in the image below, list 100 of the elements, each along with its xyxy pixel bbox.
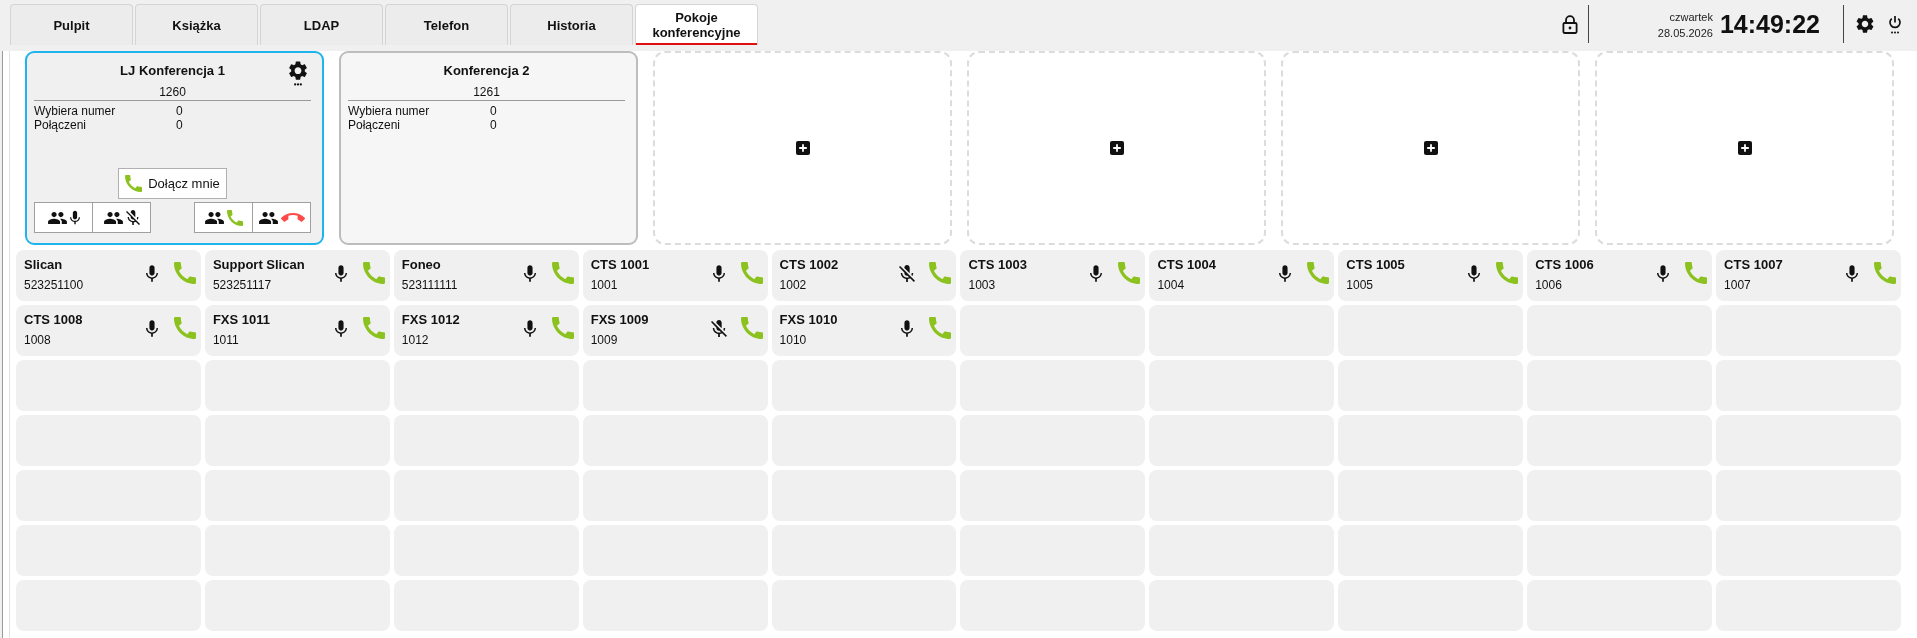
power-icon[interactable]: [1889, 14, 1901, 34]
mic-off-icon: [125, 210, 140, 225]
participant-name: CTS 1006: [1535, 257, 1594, 273]
microphone-icon[interactable]: [1468, 265, 1481, 282]
participant-number: 1001: [590, 277, 618, 293]
join-button[interactable]: Dołącz mnie: [118, 168, 227, 199]
participant-number: 1007: [1724, 277, 1751, 293]
phone-icon: [226, 209, 243, 226]
microphone-icon[interactable]: [1279, 265, 1292, 282]
conference-room-card[interactable]: LJ Konferencja 1 1260 Wybiera numer 0 Połączeni 0 Dołącz mnie: [25, 51, 324, 245]
tab[interactable]: Historia: [510, 4, 633, 45]
microphone-icon[interactable]: [712, 265, 725, 282]
date-label: 28.05.2026: [1657, 26, 1713, 41]
stat-value: 0: [490, 104, 497, 118]
participant-card[interactable]: FXS 1011 1011: [204, 305, 390, 356]
participant-card[interactable]: CTS 1008 1008: [16, 305, 201, 356]
participant-name: Slican: [24, 257, 63, 273]
room-title: LJ Konferencja 1: [120, 63, 225, 79]
people-icon: [103, 211, 123, 224]
stat-value: 0: [176, 118, 183, 132]
participant-name: CTS 1002: [779, 257, 839, 273]
participant-number: 1006: [1535, 277, 1562, 293]
tab[interactable]: Książka: [135, 4, 258, 45]
tab[interactable]: Pulpit: [10, 4, 133, 45]
microphone-icon[interactable]: [901, 320, 914, 337]
stat-value: 0: [176, 104, 183, 118]
participant-number: 1009: [590, 332, 618, 348]
settings-icon[interactable]: [1856, 15, 1874, 33]
phone-icon: [125, 175, 143, 192]
participant-card[interactable]: CTS 1007 1007: [1716, 250, 1901, 301]
participant-name: Support Slican: [212, 257, 305, 273]
room-number: 1260: [159, 85, 186, 99]
mic-off-icon[interactable]: [899, 265, 916, 282]
call-all-button[interactable]: [194, 202, 253, 233]
participant-name: CTS 1001: [590, 257, 650, 273]
stat-label: Wybiera numer: [34, 104, 116, 118]
participant-card[interactable]: CTS 1001 1001: [582, 250, 768, 301]
add-icon[interactable]: [795, 141, 810, 155]
participant-name: CTS 1007: [1724, 257, 1783, 273]
participant-name: CTS 1005: [1346, 257, 1405, 273]
participant-card[interactable]: CTS 1004 1004: [1149, 250, 1335, 301]
participant-number: 523111111: [401, 277, 458, 293]
hang-up-all-button[interactable]: [252, 202, 311, 233]
participant-name: FXS 1010: [779, 312, 838, 328]
microphone-icon[interactable]: [523, 265, 536, 282]
unmute-all-button[interactable]: [34, 202, 93, 233]
microphone-icon[interactable]: [1090, 265, 1103, 282]
microphone-icon[interactable]: [334, 265, 347, 282]
stat-label: Połączeni: [348, 118, 401, 132]
add-icon[interactable]: [1423, 141, 1438, 155]
add-icon[interactable]: [1109, 141, 1124, 155]
tab[interactable]: LDAP: [260, 4, 383, 45]
microphone-icon[interactable]: [334, 320, 347, 337]
microphone-icon[interactable]: [1846, 265, 1858, 282]
participant-card[interactable]: CTS 1005 1005: [1338, 250, 1524, 301]
participant-name: CTS 1003: [968, 257, 1028, 273]
participant-name: FXS 1009: [590, 312, 649, 328]
mute-all-button[interactable]: [92, 202, 151, 233]
participant-card[interactable]: CTS 1006 1006: [1527, 250, 1713, 301]
microphone-icon[interactable]: [145, 265, 158, 282]
tab[interactable]: Telefon: [385, 4, 508, 45]
room-number: 1261: [473, 85, 500, 99]
participant-number: 1008: [24, 332, 51, 348]
participant-card[interactable]: Slican 523251100: [16, 250, 201, 301]
mic-off-icon[interactable]: [710, 320, 727, 337]
participant-number: 1005: [1346, 277, 1373, 293]
microphone-icon[interactable]: [1657, 265, 1670, 282]
conference-room-card[interactable]: Konferencja 2 1261 Wybiera numer 0 Połączeni 0: [339, 51, 638, 245]
participant-card[interactable]: FXS 1009 1009: [582, 305, 768, 356]
participant-name: Foneo: [401, 257, 441, 273]
participant-name: CTS 1004: [1157, 257, 1216, 273]
stat-label: Wybiera numer: [348, 104, 430, 118]
settings-icon[interactable]: [289, 61, 307, 86]
participant-card[interactable]: FXS 1010 1010: [771, 305, 957, 356]
participant-number: 1003: [968, 277, 996, 293]
participant-card[interactable]: Support Slican 523251117: [204, 250, 390, 301]
stat-label: Połączeni: [34, 118, 87, 132]
microphone-icon[interactable]: [523, 320, 536, 337]
participant-card[interactable]: CTS 1003 1003: [960, 250, 1146, 301]
microphone-icon: [69, 210, 80, 225]
tab[interactable]: Pokoje konferencyjne: [635, 4, 758, 45]
participant-number: 1012: [401, 332, 429, 348]
participant-number: 1010: [779, 332, 807, 348]
room-title: Konferencja 2: [443, 63, 530, 79]
participant-card[interactable]: Foneo 523111111: [393, 250, 579, 301]
add-icon[interactable]: [1737, 141, 1752, 155]
stat-value: 0: [490, 118, 497, 132]
participant-card[interactable]: FXS 1012 1012: [393, 305, 579, 356]
participant-card[interactable]: CTS 1002 1002: [771, 250, 957, 301]
participant-number: 1002: [779, 277, 807, 293]
weekday-label: czwartek: [1669, 10, 1713, 25]
people-icon: [258, 211, 278, 224]
participant-name: CTS 1008: [24, 312, 83, 328]
participant-number: 1011: [212, 332, 239, 348]
hang-up-icon: [280, 213, 305, 222]
participant-number: 523251117: [212, 277, 272, 293]
microphone-icon[interactable]: [145, 320, 158, 337]
clock-time: 14:49:22: [1719, 9, 1820, 39]
lock-icon[interactable]: [1561, 14, 1578, 34]
participant-name: FXS 1012: [401, 312, 460, 328]
